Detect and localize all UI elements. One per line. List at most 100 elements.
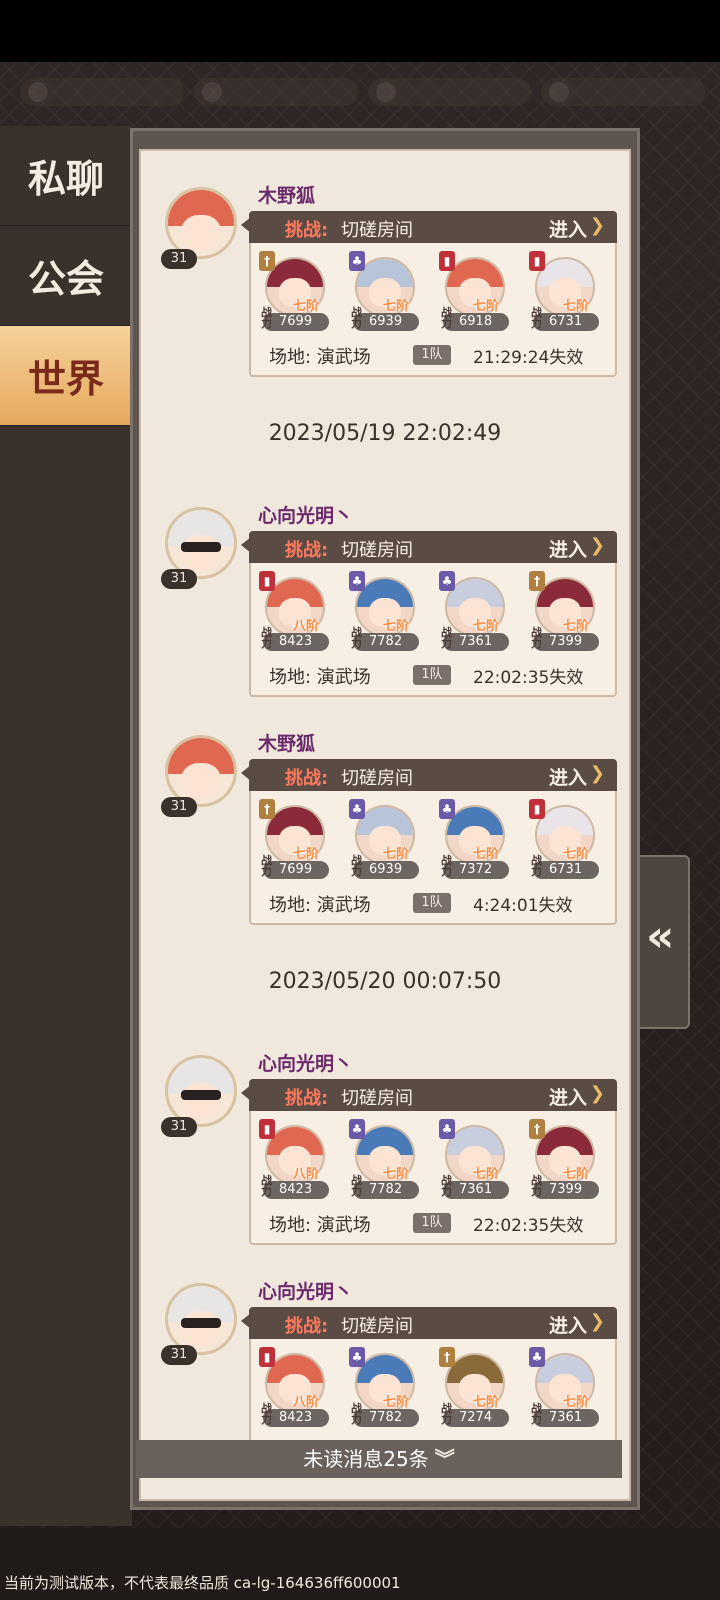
chevron-right-icon: ❯ — [589, 215, 605, 236]
hero-slot[interactable]: ▮ 八阶 战力 8423 — [259, 569, 329, 653]
hero-slot[interactable]: ♣ 七阶 战力 7361 — [439, 569, 509, 653]
hero-slot[interactable]: † 七阶 战力 7399 — [529, 1117, 599, 1201]
hero-class-icon: ▮ — [439, 251, 455, 271]
username[interactable]: 心向光明丶 — [258, 1277, 353, 1304]
hero-slot[interactable]: † 七阶 战力 7699 — [259, 249, 329, 333]
hero-power-value: 8423 — [279, 1410, 313, 1425]
tab-guild[interactable]: 公会 — [0, 226, 132, 326]
hero-class-icon: ♣ — [439, 799, 455, 819]
username[interactable]: 木野狐 — [258, 729, 315, 756]
enter-button[interactable]: 进入 — [549, 1083, 587, 1110]
avatar-face — [181, 1083, 221, 1120]
hero-slot[interactable]: † 七阶 战力 7274 — [439, 1345, 509, 1429]
enter-button[interactable]: 进入 — [549, 1311, 587, 1338]
resource-slot — [20, 78, 184, 106]
hero-slot[interactable]: ♣ 七阶 战力 7361 — [439, 1117, 509, 1201]
team-badge: 1队 — [413, 1213, 451, 1233]
hero-class-icon: † — [529, 571, 545, 591]
enter-button[interactable]: 进入 — [549, 763, 587, 790]
power-label: 战力 — [531, 626, 542, 650]
challenge-header: 挑战: 切磋房间 进入 ❯ — [249, 531, 617, 563]
venue-label: 场地: 演武场 — [269, 1215, 371, 1236]
room-name: 切磋房间 — [341, 220, 413, 241]
hero-class-icon: ♣ — [529, 1347, 545, 1367]
hero-class-icon: ♣ — [349, 799, 365, 819]
collapse-panel-handle[interactable]: « — [640, 855, 690, 1029]
power-label: 战力 — [351, 1174, 362, 1198]
room-name: 切磋房间 — [341, 540, 413, 561]
tab-private[interactable]: 私聊 — [0, 126, 132, 226]
hero-slot[interactable]: ▮ 七阶 战力 6918 — [439, 249, 509, 333]
hero-class-icon: ▮ — [259, 1119, 275, 1139]
chat-message: 31 木野狐 挑战: 切磋房间 进入 ❯ † 七阶 战力 7699 ♣ 七阶 战力 6939 ▮ 七阶 战力 69… — [155, 185, 617, 387]
hero-rank: 七阶 — [293, 847, 320, 862]
power-label: 战力 — [531, 1402, 542, 1426]
hero-power-value: 7782 — [369, 1182, 403, 1197]
hero-slot[interactable]: † 七阶 战力 7699 — [259, 797, 329, 881]
hero-rank: 七阶 — [383, 847, 410, 862]
hero-rank: 七阶 — [563, 1167, 590, 1182]
challenge-footer: 场地: 演武场 1队 22:02:35失效 — [267, 1209, 607, 1239]
avatar-face — [181, 215, 221, 252]
power-label: 战力 — [441, 854, 452, 878]
hero-power-badge: 战力 7361 — [531, 1403, 599, 1427]
enter-button[interactable]: 进入 — [549, 535, 587, 562]
hero-slot[interactable]: ▮ 七阶 战力 6731 — [529, 797, 599, 881]
challenge-label: 挑战: — [285, 540, 329, 561]
room-name: 切磋房间 — [341, 768, 413, 789]
resource-slot — [541, 78, 705, 106]
expire-time: 21:29:24失效 — [473, 348, 584, 368]
resource-slot — [367, 78, 532, 106]
username[interactable]: 心向光明丶 — [258, 501, 353, 528]
hero-rank: 七阶 — [563, 299, 590, 314]
hero-power-badge: 战力 6939 — [351, 307, 419, 331]
hero-class-icon: † — [259, 799, 275, 819]
power-label: 战力 — [531, 854, 542, 878]
hero-slot[interactable]: ♣ 七阶 战力 6939 — [349, 797, 419, 881]
power-label: 战力 — [531, 1174, 542, 1198]
hero-slot[interactable]: ♣ 七阶 战力 7372 — [439, 797, 509, 881]
user-level-badge: 31 — [161, 569, 197, 589]
hero-slot[interactable]: ♣ 七阶 战力 6939 — [349, 249, 419, 333]
power-label: 战力 — [441, 1402, 452, 1426]
hero-class-icon: ♣ — [349, 1347, 365, 1367]
hero-slot[interactable]: ♣ 七阶 战力 7782 — [349, 1345, 419, 1429]
expire-time: 4:24:01失效 — [473, 896, 573, 916]
unread-messages-button[interactable]: 未读消息25条 ︾ — [136, 1440, 622, 1478]
message-feed[interactable]: 2023/05/19 22:02:49 2023/05/20 00:07:50 31… — [139, 149, 631, 1501]
hero-rank: 七阶 — [563, 1395, 590, 1410]
challenge-card: 挑战: 切磋房间 进入 ❯ † 七阶 战力 7699 ♣ 七阶 战力 6939 ▮ 七阶 战力 6918 ▮ 七阶… — [241, 211, 617, 377]
hero-slot[interactable]: ♣ 七阶 战力 7361 — [529, 1345, 599, 1429]
hero-lineup: ▮ 八阶 战力 8423 ♣ 七阶 战力 7782 ♣ 七阶 战力 7361 † 七阶 战力 7399 — [259, 1117, 609, 1201]
avatar-blindfold — [181, 541, 221, 553]
hero-rank: 八阶 — [293, 1395, 320, 1410]
power-label: 战力 — [261, 1402, 272, 1426]
hero-power-badge: 战力 8423 — [261, 1403, 329, 1427]
challenge-label: 挑战: — [285, 220, 329, 241]
hero-slot[interactable]: ▮ 七阶 战力 6731 — [529, 249, 599, 333]
hero-rank: 七阶 — [563, 619, 590, 634]
avatar-face — [181, 535, 221, 572]
power-label: 战力 — [261, 1174, 272, 1198]
challenge-card: 挑战: 切磋房间 进入 ❯ ▮ 八阶 战力 8423 ♣ 七阶 战力 7782 ♣ 七阶 战力 7361 † 七阶… — [241, 1079, 617, 1245]
resource-icon — [375, 82, 396, 102]
challenge-footer: 场地: 演武场 1队 22:02:35失效 — [267, 661, 607, 691]
team-badge: 1队 — [413, 893, 451, 913]
user-level-badge: 31 — [161, 797, 197, 817]
hero-power-value: 7361 — [549, 1410, 583, 1425]
hero-slot[interactable]: ▮ 八阶 战力 8423 — [259, 1117, 329, 1201]
hero-class-icon: ♣ — [439, 1119, 455, 1139]
expire-time: 22:02:35失效 — [473, 1216, 584, 1236]
hero-slot[interactable]: ▮ 八阶 战力 8423 — [259, 1345, 329, 1429]
hero-class-icon: ♣ — [349, 251, 365, 271]
hero-slot[interactable]: ♣ 七阶 战力 7782 — [349, 1117, 419, 1201]
hero-slot[interactable]: † 七阶 战力 7399 — [529, 569, 599, 653]
challenge-header: 挑战: 切磋房间 进入 ❯ — [249, 211, 617, 243]
enter-button[interactable]: 进入 — [549, 215, 587, 242]
tab-world[interactable]: 世界 — [0, 326, 132, 426]
hero-power-badge: 战力 6731 — [531, 307, 599, 331]
hero-slot[interactable]: ♣ 七阶 战力 7782 — [349, 569, 419, 653]
username[interactable]: 木野狐 — [258, 181, 315, 208]
hero-power-value: 7699 — [279, 862, 313, 877]
username[interactable]: 心向光明丶 — [258, 1049, 353, 1076]
